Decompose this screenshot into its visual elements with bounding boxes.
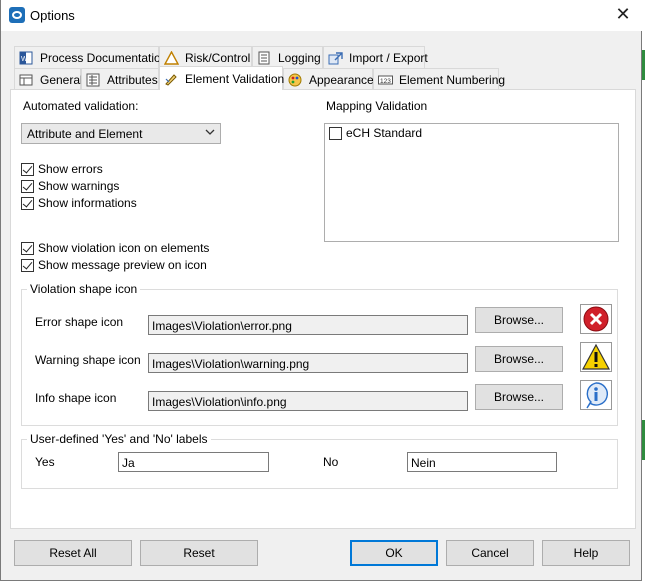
tab-label: Appearance [309,72,374,87]
error-browse-button[interactable]: Browse... [475,307,563,333]
info-shape-path-field[interactable]: Images\Violation\info.png [148,391,468,411]
warning-triangle-icon [164,50,179,65]
close-icon[interactable]: ✕ [612,4,634,26]
tab-logging[interactable]: Logging [252,46,323,68]
tab-element-numbering[interactable]: 123 Element Numbering [373,68,505,90]
tab-label: Import / Export [349,50,428,65]
svg-text:123: 123 [380,78,391,85]
tab-label: General [40,72,83,87]
yes-value-field[interactable]: Ja [118,452,269,472]
show-violation-icon-checkbox[interactable]: Show violation icon on elements [21,241,209,255]
error-shape-label: Error shape icon [35,315,124,329]
violation-shape-group-title: Violation shape icon [27,282,141,296]
tab-import-export[interactable]: Import / Export [323,46,428,68]
checkbox-box[interactable] [21,179,34,193]
warning-shape-label: Warning shape icon [35,353,141,367]
error-icon [580,304,612,334]
tab-general[interactable]: General [14,68,83,90]
word-doc-icon: W [19,51,34,65]
tab-process-documentation[interactable]: W Process Documentation [14,46,167,68]
show-message-preview-checkbox[interactable]: Show message preview on icon [21,258,207,272]
reset-button[interactable]: Reset [140,540,258,566]
tab-label: Logging [278,50,321,65]
log-document-icon [257,51,272,65]
select-value: Attribute and Element [27,127,143,141]
show-informations-checkbox[interactable]: Show informations [21,196,137,210]
window-title: Options [30,8,75,23]
info-icon [580,380,612,410]
checkbox-box[interactable] [21,196,34,210]
error-shape-path-field[interactable]: Images\Violation\error.png [148,315,468,335]
validation-pen-icon [164,72,179,86]
svg-text:W: W [21,56,28,63]
tab-label: Attributes [107,72,158,87]
warning-shape-path-field[interactable]: Images\Violation\warning.png [148,353,468,373]
tab-label: Process Documentation [40,50,168,65]
yes-no-labels-group-title: User-defined 'Yes' and 'No' labels [27,432,211,446]
warning-browse-button[interactable]: Browse... [475,346,563,372]
mapping-item-ech-standard[interactable]: eCH Standard [329,126,422,140]
checkbox-label: Show warnings [38,179,120,193]
chevron-down-icon [205,126,215,141]
checkbox-box[interactable] [329,126,342,140]
checkbox-box[interactable] [21,241,34,255]
checkbox-box[interactable] [21,162,34,176]
reset-all-button[interactable]: Reset All [14,540,132,566]
attributes-icon [86,73,101,87]
automated-validation-select[interactable]: Attribute and Element [21,123,221,144]
palette-icon [288,73,303,87]
tab-label: Risk/Control [185,50,251,65]
cancel-button[interactable]: Cancel [446,540,534,566]
mapping-validation-list[interactable]: eCH Standard [324,123,619,242]
options-dialog: Options ✕ W Process Documentation Risk/C… [0,0,642,581]
general-grid-icon [19,73,34,87]
no-value-field[interactable]: Nein [407,452,557,472]
app-logo-icon [9,7,25,23]
yes-label: Yes [35,455,55,469]
warning-icon [580,342,612,372]
numbering-icon: 123 [378,73,393,87]
checkbox-label: Show message preview on icon [38,258,207,272]
show-errors-checkbox[interactable]: Show errors [21,162,103,176]
show-warnings-checkbox[interactable]: Show warnings [21,179,119,193]
help-button[interactable]: Help [542,540,630,566]
no-label: No [323,455,339,469]
checkbox-label: eCH Standard [346,126,423,140]
tab-risk-control[interactable]: Risk/Control [159,46,252,68]
info-browse-button[interactable]: Browse... [475,384,563,410]
mapping-validation-label: Mapping Validation [326,99,428,113]
ok-button[interactable]: OK [350,540,438,566]
checkbox-label: Show errors [38,162,103,176]
checkbox-box[interactable] [21,258,34,272]
checkbox-label: Show violation icon on elements [38,241,210,255]
tab-appearance[interactable]: Appearance [283,68,374,90]
title-bar: Options ✕ [1,0,642,31]
tab-attributes[interactable]: Attributes [81,68,159,90]
checkbox-label: Show informations [38,196,137,210]
tab-element-validation[interactable]: Element Validation [159,66,285,90]
import-export-icon [328,51,343,65]
info-shape-label: Info shape icon [35,391,117,405]
tab-label: Element Validation [185,71,285,86]
automated-validation-label: Automated validation: [23,99,139,113]
tab-label: Element Numbering [399,72,506,87]
